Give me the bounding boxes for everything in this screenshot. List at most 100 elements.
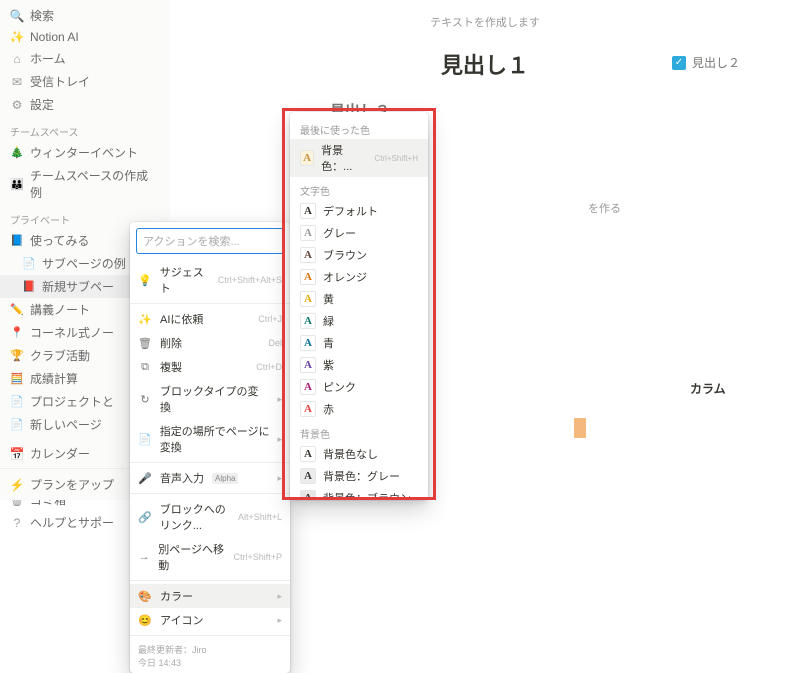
action-icon: ⧉	[138, 360, 152, 374]
page-icon: 👪	[10, 178, 24, 191]
sidebar-item[interactable]: ⌂ホーム	[0, 47, 170, 70]
color-item[interactable]: A グレー	[290, 222, 428, 244]
sidebar-item-label: クラブ活動	[30, 347, 90, 364]
color-swatch: A	[300, 490, 316, 500]
action-label: 複製	[160, 359, 182, 375]
page-icon: 📄	[10, 418, 24, 431]
action-item[interactable]: 😊アイコン▸	[130, 608, 290, 632]
color-item[interactable]: A紫	[290, 354, 428, 376]
sidebar-item-label: サブページの例	[42, 255, 126, 272]
action-icon: 🎤	[138, 471, 152, 485]
color-label: オレンジ	[323, 269, 367, 285]
color-item[interactable]: A ピンク	[290, 376, 428, 398]
shortcut: Alt+Shift+L	[238, 512, 282, 522]
color-swatch: A	[300, 291, 316, 307]
sidebar-item-label: 講義ノート	[30, 301, 90, 318]
color-label: グレー	[323, 225, 356, 241]
sidebar-item[interactable]: ✉ 受信トレイ	[0, 70, 170, 93]
action-label: 別ページへ移動	[158, 541, 225, 573]
color-item[interactable]: A青	[290, 332, 428, 354]
color-item[interactable]: A緑	[290, 310, 428, 332]
color-label: 青	[323, 335, 334, 351]
color-swatch: A	[300, 379, 316, 395]
color-swatch: A	[300, 203, 316, 219]
color-swatch: A	[300, 225, 316, 241]
color-label: 背景色：ブラウン	[323, 490, 411, 500]
color-swatch: A	[300, 468, 316, 484]
action-label: AIに依頼	[160, 311, 203, 327]
color-swatch: A	[300, 357, 316, 373]
sidebar-item-label: 使ってみる	[30, 232, 89, 249]
page-icon: 📕	[22, 280, 36, 293]
sidebar-item-label: コーネル式ノー	[30, 324, 114, 341]
todo-heading2[interactable]: ✓ 見出し２	[672, 54, 740, 71]
action-label: カラー	[160, 588, 193, 604]
chevron-right-icon: ▸	[277, 473, 282, 484]
recent-section: 最後に使った色	[290, 116, 428, 139]
color-swatch: A	[300, 150, 314, 166]
page-icon: 🏆	[10, 349, 24, 362]
color-item[interactable]: A背景色なし	[290, 443, 428, 465]
sidebar-item[interactable]: ✨Notion AI	[0, 27, 170, 47]
sidebar-item[interactable]: 👪 チームスペースの作成例	[0, 164, 170, 204]
color-label: ピンク	[323, 379, 356, 395]
color-label: デフォルト	[323, 203, 378, 219]
sidebar-item-label: チームスペースの作成例	[30, 167, 160, 201]
color-item[interactable]: A 背景色：ブラウン	[290, 487, 428, 500]
action-item[interactable]: ↻ブロックタイプの変換▸	[130, 379, 290, 419]
page-icon: 🧮	[10, 372, 24, 385]
sidebar-item[interactable]: 🎄ウィンターイベント	[0, 141, 170, 164]
color-item[interactable]: A オレンジ	[290, 266, 428, 288]
color-item[interactable]: A赤	[290, 398, 428, 420]
sidebar-item[interactable]: ⚙設定	[0, 93, 170, 116]
action-item[interactable]: ⧉複製Ctrl+D	[130, 355, 290, 379]
sidebar-item-label: カレンダー	[30, 445, 90, 462]
action-search-input[interactable]: アクションを検索...	[136, 228, 284, 254]
sidebar-item[interactable]: 🔍検索	[0, 4, 170, 27]
checkbox-icon[interactable]: ✓	[672, 56, 686, 70]
page-icon: 📄	[10, 395, 24, 408]
chevron-right-icon: ▸	[277, 434, 282, 445]
color-item[interactable]: A黄	[290, 288, 428, 310]
bg-color-section: 背景色	[290, 420, 428, 443]
color-item[interactable]: Aブラウン	[290, 244, 428, 266]
sidebar-item-label: Notion AI	[30, 30, 79, 44]
action-item[interactable]: ✨AIに依頼Ctrl+J	[130, 307, 290, 331]
badge: Alpha	[212, 473, 238, 484]
color-swatch: A	[300, 313, 316, 329]
action-item[interactable]: 🎤 音声入力 Alpha ▸	[130, 466, 290, 490]
shortcut: Del	[268, 338, 282, 348]
color-label: 背景色なし	[323, 446, 378, 462]
teamspace-section: チームスペース	[0, 116, 170, 141]
shortcut: Ctrl+Shift+P	[233, 552, 282, 562]
action-item[interactable]: 🎨カラー▸	[130, 584, 290, 608]
color-item[interactable]: A デフォルト	[290, 200, 428, 222]
sidebar-item-label: 成績計算	[30, 370, 78, 387]
color-item[interactable]: A背景色：...Ctrl+Shift+H	[290, 139, 428, 177]
action-item[interactable]: 💡サジェストCtrl+Shift+Alt+S	[130, 260, 290, 300]
color-item[interactable]: A背景色：グレー	[290, 465, 428, 487]
action-item[interactable]: 📄指定の場所でページに変換▸	[130, 419, 290, 459]
chevron-right-icon: ▸	[277, 591, 282, 602]
action-icon: 📄	[138, 432, 152, 446]
upgrade-label: プランをアップ	[30, 476, 114, 493]
color-swatch: A	[300, 269, 316, 285]
sidebar-item-label: 受信トレイ	[30, 73, 90, 90]
action-item[interactable]: 🗑削除Del	[130, 331, 290, 355]
action-meta: 最終更新者：Jiro 今日 14:43	[130, 639, 290, 673]
color-menu-scroll[interactable]: 最後に使った色 A背景色：...Ctrl+Shift+H 文字色 AデフォルトA…	[290, 112, 428, 500]
action-item[interactable]: 🔗ブロックへのリンク...Alt+Shift+L	[130, 497, 290, 537]
sidebar-item-label: 新しいページ	[30, 416, 102, 433]
sidebar-item-label: 新規サブペー	[42, 278, 114, 295]
color-label: ブラウン	[323, 247, 367, 263]
action-item[interactable]: →別ページへ移動Ctrl+Shift+P	[130, 537, 290, 577]
chevron-right-icon: ▸	[277, 394, 282, 405]
color-swatch: A	[300, 401, 316, 417]
home-icon: ⌂	[10, 52, 24, 66]
color-label: 背景色：...	[321, 142, 367, 174]
action-label: 音声入力	[160, 470, 204, 486]
help-icon: ?	[10, 516, 24, 530]
inbox-icon: ✉	[10, 75, 24, 89]
highlight-mark	[574, 418, 586, 438]
chevron-right-icon: ▸	[277, 615, 282, 626]
